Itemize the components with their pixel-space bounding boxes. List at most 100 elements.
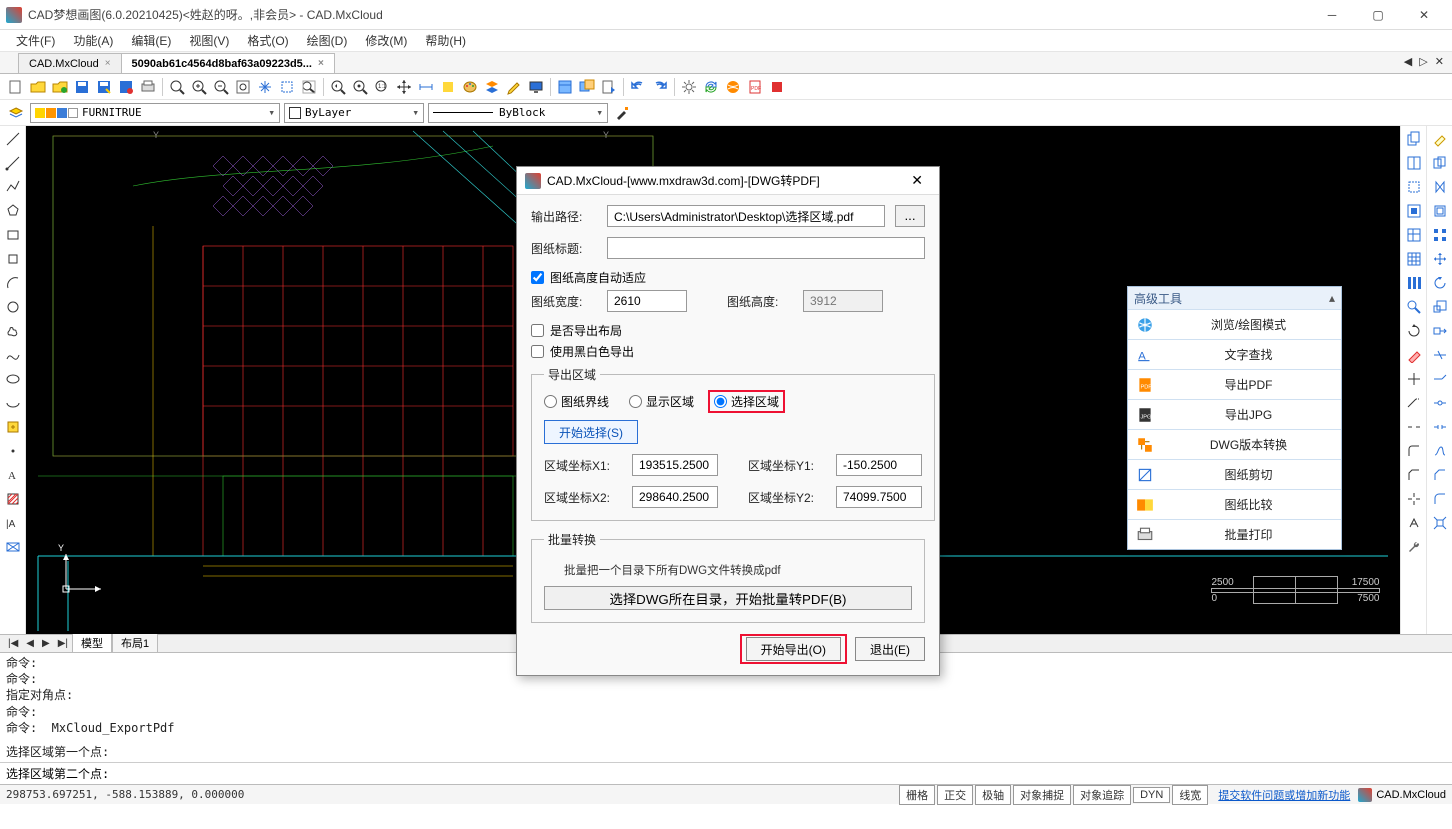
grid-icon[interactable] — [1403, 248, 1425, 270]
pan-icon[interactable] — [255, 77, 275, 97]
fillet-icon[interactable] — [1403, 440, 1425, 462]
export-button[interactable]: 开始导出(O) — [746, 637, 841, 661]
tab-prev-icon[interactable]: ◀ — [22, 638, 38, 649]
width-input[interactable] — [607, 290, 687, 312]
x1-input[interactable] — [632, 454, 718, 476]
browse-button[interactable]: ... — [895, 205, 925, 227]
copy2-icon[interactable] — [1429, 152, 1451, 174]
extend2-icon[interactable] — [1429, 368, 1451, 390]
select-icon[interactable] — [1403, 176, 1425, 198]
wrench-icon[interactable] — [1403, 536, 1425, 558]
stop-icon[interactable] — [767, 77, 787, 97]
area-icon[interactable] — [438, 77, 458, 97]
undo-icon[interactable] — [628, 77, 648, 97]
tp-compare[interactable]: 图纸比较 — [1128, 489, 1341, 519]
brush-icon[interactable] — [612, 103, 632, 123]
stretch-icon[interactable] — [1429, 320, 1451, 342]
redo-icon[interactable] — [650, 77, 670, 97]
menu-edit[interactable]: 编辑(E) — [123, 30, 179, 51]
circle-icon[interactable] — [2, 296, 24, 318]
scale-icon[interactable] — [1429, 296, 1451, 318]
status-grid[interactable]: 栅格 — [899, 785, 935, 805]
zoom-center-icon[interactable] — [350, 77, 370, 97]
rotate2-icon[interactable] — [1429, 272, 1451, 294]
dialog-titlebar[interactable]: CAD.MxCloud-[www.mxdraw3d.com]-[DWG转PDF]… — [517, 167, 939, 195]
y2-input[interactable] — [836, 486, 922, 508]
close-button[interactable]: ✕ — [1402, 2, 1446, 28]
dim-icon[interactable] — [416, 77, 436, 97]
table-icon[interactable] — [1403, 224, 1425, 246]
tab-layout1[interactable]: 布局1 — [112, 634, 158, 653]
command-input[interactable]: 选择区域第二个点: — [0, 762, 1452, 784]
trim-icon[interactable] — [1403, 368, 1425, 390]
copy-icon[interactable] — [1403, 128, 1425, 150]
tab-first-icon[interactable]: |◀ — [4, 638, 22, 649]
open-cloud-icon[interactable] — [50, 77, 70, 97]
new-icon[interactable] — [6, 77, 26, 97]
break2-icon[interactable] — [1429, 416, 1451, 438]
mtext-icon[interactable]: |A — [2, 512, 24, 534]
tab-nav-arrows[interactable]: ◀ ▷ ✕ — [1404, 55, 1446, 68]
close-icon[interactable]: ✕ — [903, 170, 931, 191]
menu-help[interactable]: 帮助(H) — [417, 30, 474, 51]
menu-function[interactable]: 功能(A) — [65, 30, 121, 51]
ellipse-arc-icon[interactable] — [2, 392, 24, 414]
refresh-icon[interactable] — [701, 77, 721, 97]
pdf-icon[interactable]: PDF — [745, 77, 765, 97]
y1-input[interactable] — [836, 454, 922, 476]
revcloud-icon[interactable] — [2, 320, 24, 342]
rectangle-icon[interactable] — [2, 224, 24, 246]
window-icon[interactable] — [555, 77, 575, 97]
tp-exportjpg[interactable]: JPG导出JPG — [1128, 399, 1341, 429]
menu-view[interactable]: 视图(V) — [181, 30, 237, 51]
zoom-extents-icon[interactable] — [233, 77, 253, 97]
point-icon[interactable] — [2, 440, 24, 462]
status-otrack[interactable]: 对象追踪 — [1073, 785, 1131, 805]
zoom-in-icon[interactable] — [189, 77, 209, 97]
trim2-icon[interactable] — [1429, 344, 1451, 366]
exit-button[interactable]: 退出(E) — [855, 637, 925, 661]
menu-draw[interactable]: 绘图(D) — [299, 30, 356, 51]
explode2-icon[interactable] — [1429, 512, 1451, 534]
outpath-input[interactable] — [607, 205, 885, 227]
globe-icon[interactable] — [723, 77, 743, 97]
window-tile-icon[interactable] — [1403, 152, 1425, 174]
maximize-button[interactable]: ▢ — [1356, 2, 1400, 28]
text-icon[interactable]: A — [2, 464, 24, 486]
export-icon[interactable] — [599, 77, 619, 97]
zoom-scale-icon[interactable]: 1:1 — [372, 77, 392, 97]
feedback-link[interactable]: 提交软件问题或增加新功能 — [1218, 787, 1350, 803]
status-ortho[interactable]: 正交 — [937, 785, 973, 805]
mirror-icon[interactable] — [1429, 176, 1451, 198]
breakpoint-icon[interactable] — [1429, 392, 1451, 414]
open-icon[interactable] — [28, 77, 48, 97]
exportlayout-checkbox[interactable] — [531, 324, 544, 337]
distribute-icon[interactable] — [1403, 272, 1425, 294]
tab-model[interactable]: 模型 — [72, 634, 112, 653]
spline-icon[interactable] — [2, 344, 24, 366]
panel-header[interactable]: 高级工具▴ — [1128, 287, 1341, 309]
line-icon[interactable] — [2, 128, 24, 150]
move-icon[interactable] — [394, 77, 414, 97]
find-replace-icon[interactable] — [1403, 296, 1425, 318]
layer-manager-icon[interactable] — [6, 103, 26, 123]
offset-icon[interactable] — [1429, 200, 1451, 222]
ellipse-icon[interactable] — [2, 368, 24, 390]
menu-file[interactable]: 文件(F) — [8, 30, 63, 51]
tp-clip[interactable]: 图纸剪切 — [1128, 459, 1341, 489]
close-icon[interactable]: × — [318, 58, 324, 69]
explode-icon[interactable] — [1403, 488, 1425, 510]
radio-bounds[interactable]: 图纸界线 — [544, 393, 609, 410]
zoom-window-icon[interactable] — [277, 77, 297, 97]
status-lineweight[interactable]: 线宽 — [1172, 785, 1208, 805]
drawtitle-input[interactable] — [607, 237, 925, 259]
arc-icon[interactable] — [2, 272, 24, 294]
chamfer-icon[interactable] — [1403, 464, 1425, 486]
radio-display[interactable]: 显示区域 — [629, 393, 694, 410]
gear-icon[interactable] — [679, 77, 699, 97]
doc-tab-mxcloud[interactable]: CAD.MxCloud× — [18, 53, 122, 73]
menu-format[interactable]: 格式(O) — [239, 30, 296, 51]
tool-a-icon[interactable] — [1403, 512, 1425, 534]
bw-checkbox[interactable] — [531, 345, 544, 358]
polyline-icon[interactable] — [2, 176, 24, 198]
